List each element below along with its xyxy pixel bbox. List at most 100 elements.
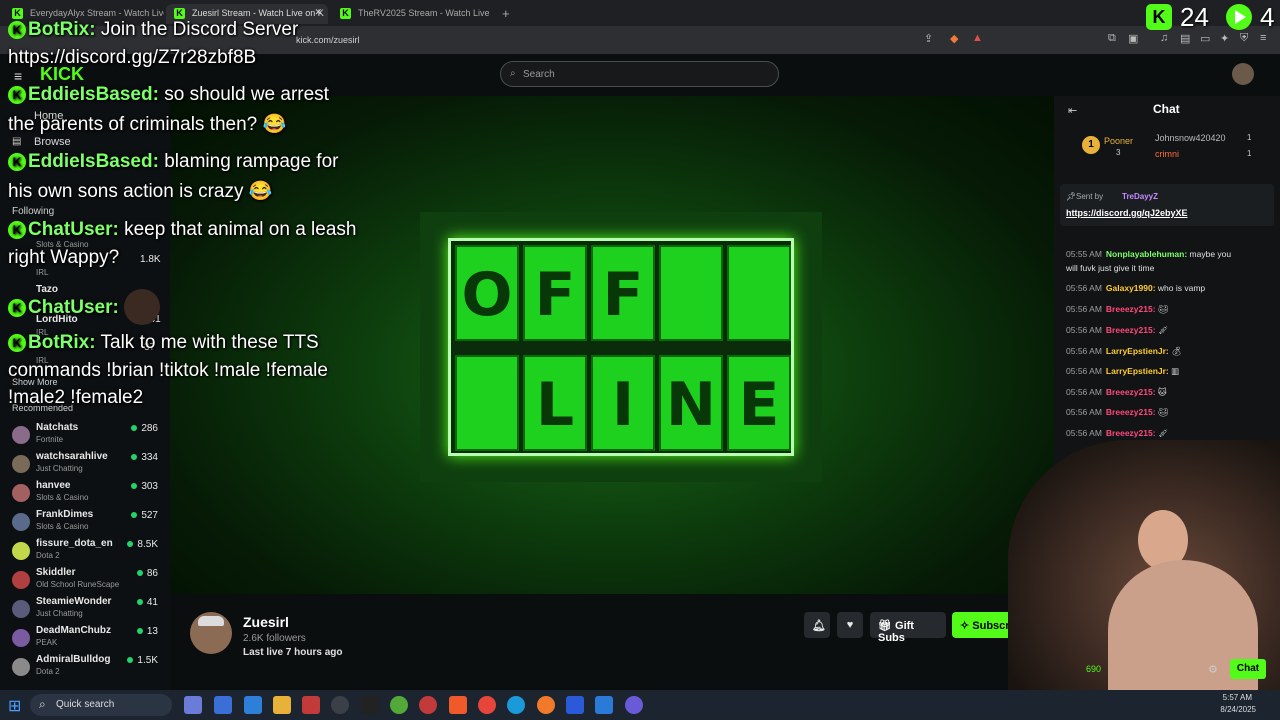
emote-icon: 💉︎ — [1157, 428, 1169, 438]
recommended-channel[interactable]: Natchats Fortnite 286 — [10, 422, 162, 450]
chat-send-button[interactable]: Chat — [1230, 659, 1266, 679]
notification-bell-button[interactable]: 🔔︎ — [804, 612, 830, 638]
clock-date[interactable]: 8/24/2025 — [1220, 705, 1256, 714]
taskbar-app-icon[interactable] — [390, 696, 408, 714]
taskbar-app-icon[interactable] — [244, 696, 262, 714]
chat-message: 05:56 AM Galaxy1990: who is vamp — [1066, 283, 1205, 293]
overlay-user: BotRix: — [28, 332, 96, 353]
msg-user[interactable]: Breeezy215: — [1106, 325, 1156, 335]
brave-shield-icon[interactable]: ◆ — [950, 32, 958, 45]
msg-text: maybe you — [1189, 249, 1232, 259]
gift-subs-button[interactable]: 🎁︎ Gift Subs — [870, 612, 946, 644]
brave-icon[interactable] — [449, 696, 467, 714]
taskbar-app-icon[interactable] — [361, 696, 379, 714]
kick-badge-icon: K — [8, 221, 26, 239]
taskbar-app-icon[interactable] — [302, 696, 320, 714]
msg-user[interactable]: Breeezy215: — [1106, 428, 1156, 438]
new-tab-icon[interactable]: + — [498, 4, 518, 24]
windows-start-icon[interactable]: ⊞ — [8, 696, 21, 716]
chat-message: 05:56 AM LarryEpstienJr: 💰︎ — [1066, 346, 1182, 357]
taskbar-app-icon[interactable] — [184, 696, 202, 714]
search-input[interactable]: ⌕ Search — [500, 61, 779, 87]
sidebar-icon[interactable]: ▤ — [1180, 32, 1190, 45]
recommended-channel[interactable]: AdmiralBulldog Dota 2 1.5K — [10, 654, 162, 682]
last-live-text: Last live 7 hours ago — [243, 647, 343, 658]
msg-user[interactable]: Nonplayablehuman: — [1106, 249, 1187, 259]
avatar — [12, 629, 30, 647]
msg-user[interactable]: Breeezy215: — [1106, 387, 1156, 397]
taskbar-app-icon[interactable] — [419, 696, 437, 714]
ai-icon[interactable]: ✦ — [1220, 32, 1229, 45]
chat-message: 05:55 AM Nonplayablehuman: maybe you — [1066, 249, 1231, 259]
pinned-link[interactable]: https://discord.gg/qJ2ebyXE — [1066, 208, 1188, 218]
msg-user[interactable]: LarryEpstienJr: — [1106, 346, 1169, 356]
edge-icon[interactable] — [507, 696, 525, 714]
share-icon[interactable]: ⇪ — [924, 32, 933, 45]
overlay-user: EddieIsBased: — [28, 151, 159, 172]
taskbar-app-icon[interactable] — [214, 696, 232, 714]
user-avatar[interactable] — [1232, 63, 1254, 85]
url-field[interactable]: kick.com/zuesirl — [272, 30, 912, 50]
bell-icon: 🔔︎ — [812, 620, 826, 632]
overlay-text: blaming rampage for — [164, 151, 339, 172]
channel-category: Dota 2 — [36, 667, 60, 676]
taskbar-app-icon[interactable] — [331, 696, 349, 714]
following-viewers: 1.8K — [140, 254, 161, 265]
overlay-chat-line: commands !brian !tiktok !male !female — [8, 360, 328, 382]
overlay-text: commands !brian !tiktok !male !female — [8, 360, 328, 381]
offline-letter: L — [523, 355, 587, 451]
emote-icon: 🐸︎ — [1157, 407, 1169, 417]
clock-time[interactable]: 5:57 AM — [1223, 693, 1252, 702]
overlay-text: Join the Discord Server — [100, 19, 299, 40]
collapse-chat-icon[interactable]: ⇤ — [1068, 104, 1077, 117]
taskbar-search[interactable]: ⌕ Quick search — [30, 694, 172, 716]
chat-message: 05:56 AM Breeezy215: 💉︎ — [1066, 325, 1169, 336]
msg-user[interactable]: Breeezy215: — [1106, 407, 1156, 417]
firefox-icon[interactable] — [537, 696, 555, 714]
chrome-icon[interactable] — [478, 696, 496, 714]
msg-user[interactable]: Breeezy215: — [1106, 304, 1156, 314]
channel-name: Skiddler — [36, 567, 76, 578]
hamburger-icon[interactable]: ≡ — [14, 68, 22, 84]
recommended-channel[interactable]: SteamieWonder Just Chatting 41 — [10, 596, 162, 624]
recommended-channel[interactable]: fissure_dota_en Dota 2 8.5K — [10, 538, 162, 566]
msg-user[interactable]: Galaxy1990: — [1106, 283, 1156, 293]
kick-badge-icon: K — [8, 334, 26, 352]
pinned-message[interactable]: 📌︎ Sent by TreDayyZ https://discord.gg/q… — [1060, 184, 1274, 226]
sidebar-item-browse[interactable]: Browse — [34, 136, 71, 148]
msg-user[interactable]: LarryEpstienJr: — [1106, 366, 1169, 376]
kick-logo-icon: K — [1146, 4, 1172, 30]
offline-letter — [727, 245, 791, 341]
recommended-channel[interactable]: DeadManChubz PEAK 13 — [10, 625, 162, 653]
channel-category: Old School RuneScape — [36, 580, 120, 589]
extensions-icon[interactable]: ⧉ — [1108, 32, 1116, 45]
settings-gear-icon[interactable]: ⚙ — [1208, 663, 1218, 676]
recommended-channel[interactable]: hanvee Slots & Casino 303 — [10, 480, 162, 508]
recommended-channel[interactable]: FrankDimes Slots & Casino 527 — [10, 509, 162, 537]
vscode-icon[interactable] — [595, 696, 613, 714]
leader-name: crimni — [1155, 149, 1179, 159]
channel-category: Slots & Casino — [36, 522, 89, 531]
taskbar-app-icon[interactable] — [566, 696, 584, 714]
channel-name[interactable]: Zuesirl — [243, 614, 289, 630]
kick-favicon-icon: K — [340, 8, 351, 19]
menu-icon[interactable]: ≡ — [1260, 32, 1266, 44]
avatar — [12, 513, 30, 531]
recommended-channel[interactable]: watchsarahlive Just Chatting 334 — [10, 451, 162, 479]
close-icon[interactable]: ✕ — [314, 7, 322, 18]
follow-button[interactable]: ♥ — [837, 612, 863, 638]
media-icon[interactable]: ♫ — [1160, 32, 1168, 44]
msg-time: 05:55 AM — [1066, 249, 1102, 259]
screenshot-icon[interactable]: ▣ — [1128, 32, 1138, 45]
rewards-icon[interactable]: ▲ — [972, 32, 983, 44]
viewer-count: 86 — [137, 568, 158, 579]
wallet-icon[interactable]: ▭ — [1200, 32, 1210, 45]
vpn-icon[interactable]: ⛨ — [1240, 32, 1248, 45]
discord-icon[interactable] — [625, 696, 643, 714]
folder-icon[interactable] — [273, 696, 291, 714]
recommended-channel[interactable]: Skiddler Old School RuneScape 86 — [10, 567, 162, 595]
search-icon: ⌕ — [510, 68, 516, 79]
channel-name: FrankDimes — [36, 509, 94, 520]
channel-avatar[interactable] — [190, 612, 232, 654]
browser-tab[interactable]: K TheRV2025 Stream - Watch Live on K — [332, 4, 492, 24]
